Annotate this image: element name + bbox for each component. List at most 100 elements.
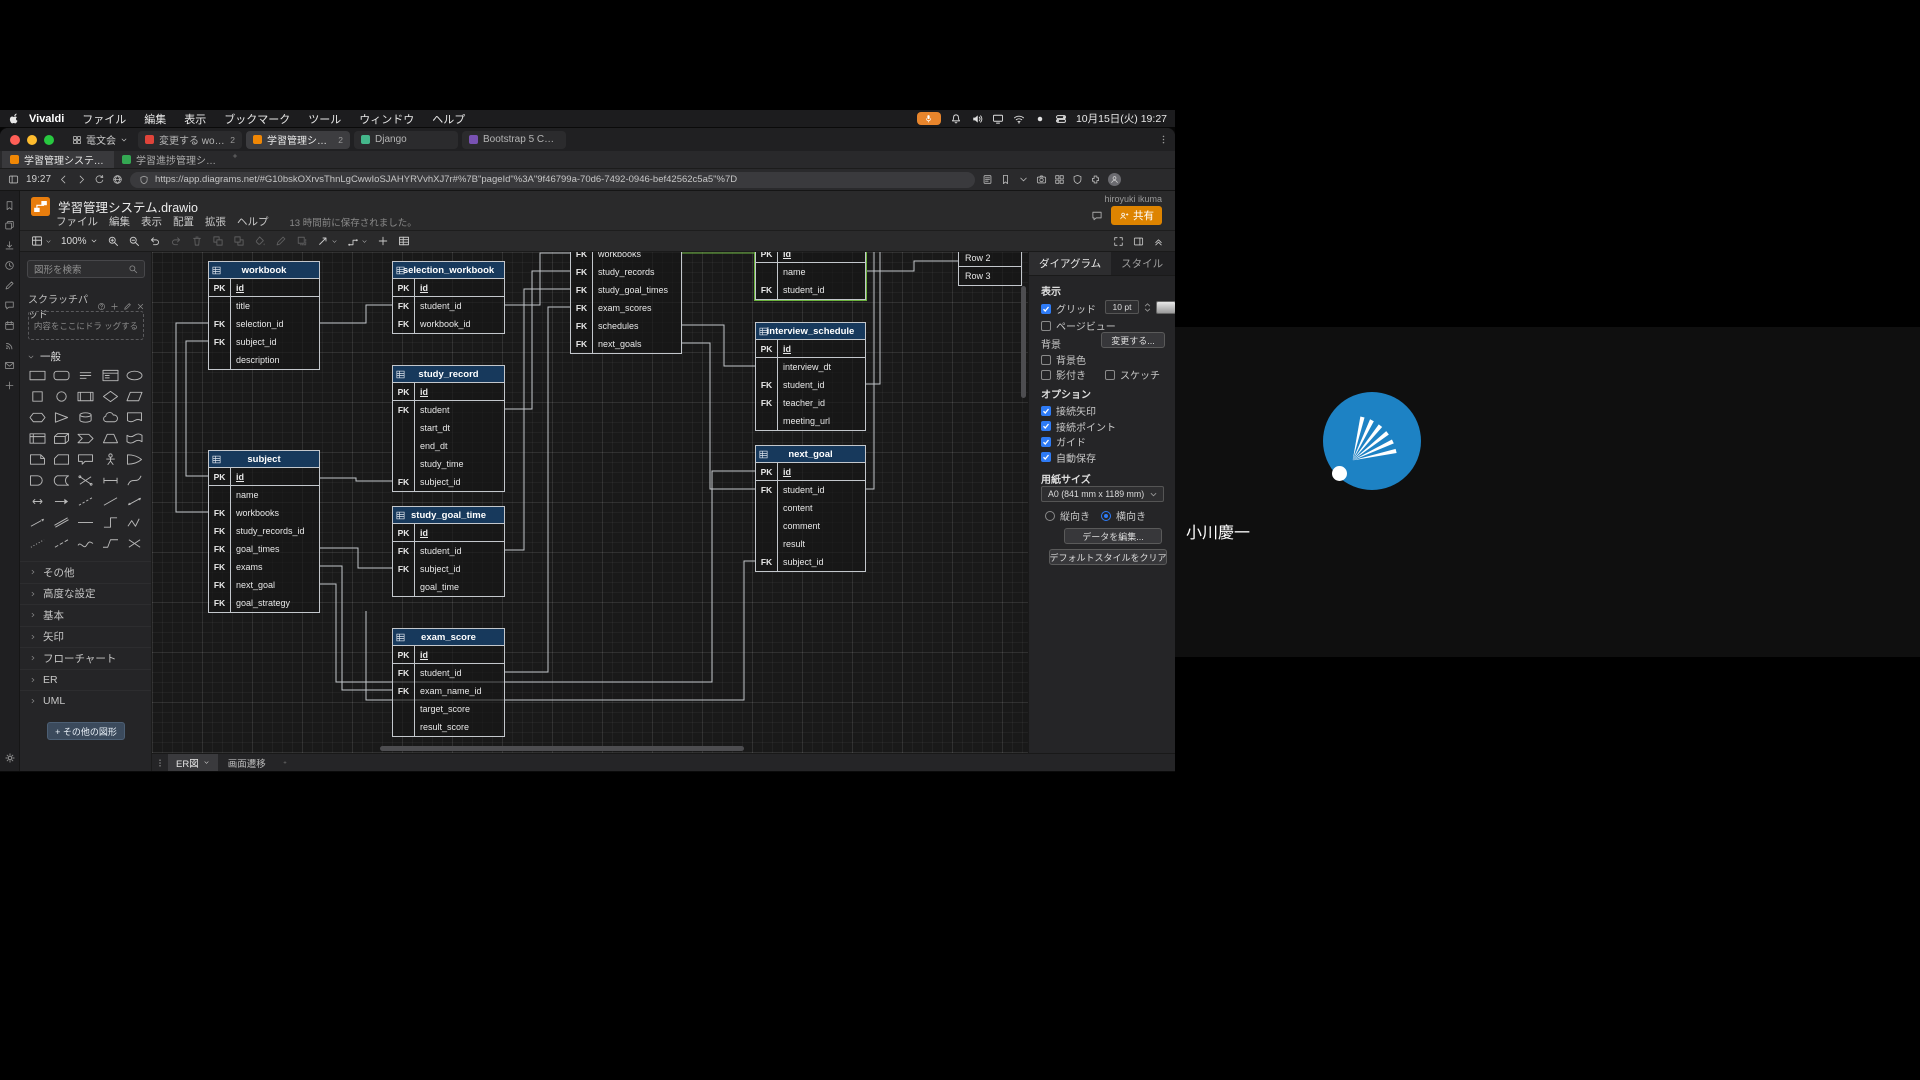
paper-size-select[interactable]: A0 (841 mm x 1189 mm) xyxy=(1041,486,1164,502)
landscape-radio-row[interactable]: 横向き xyxy=(1101,508,1146,523)
background-color-row[interactable]: 背景色 xyxy=(1041,352,1086,367)
er-table-selection_workbook[interactable]: selection_workbookPKidFKstudent_idFKwork… xyxy=(392,261,505,334)
sub-tab-1[interactable]: 学習進捗管理システム - Go... xyxy=(114,151,226,168)
menubar-item-5[interactable]: ツール xyxy=(299,111,350,127)
flag-icon[interactable] xyxy=(1000,174,1011,185)
shape-arrow[interactable] xyxy=(50,493,72,509)
add-icon[interactable] xyxy=(110,302,119,311)
er-table-exam_score[interactable]: exam_scorePKidFKstudent_idFKexam_name_id… xyxy=(392,628,505,737)
shape-switch[interactable] xyxy=(75,472,97,488)
shadow-button[interactable] xyxy=(296,235,308,247)
er-connection[interactable] xyxy=(505,307,570,672)
to-front-button[interactable] xyxy=(212,235,224,247)
shape-cross[interactable] xyxy=(124,535,146,551)
toggles-icon[interactable] xyxy=(1055,113,1067,125)
to-back-button[interactable] xyxy=(233,235,245,247)
shape-data-storage[interactable] xyxy=(50,472,72,488)
option-row-0[interactable]: 接続矢印 xyxy=(1041,403,1096,418)
display-icon[interactable] xyxy=(992,113,1004,125)
zoom-select[interactable]: 100% xyxy=(61,236,98,247)
er-table-exam_name[interactable]: PKidnameFKstudent_id xyxy=(755,252,866,300)
shape-internal[interactable] xyxy=(26,430,48,446)
shape-wave[interactable] xyxy=(75,535,97,551)
shape-elbow[interactable] xyxy=(99,514,121,530)
bookmark-icon[interactable] xyxy=(4,200,15,211)
shape-bidir-arrow[interactable] xyxy=(26,493,48,509)
bell-icon[interactable] xyxy=(950,113,962,125)
puzzle-icon[interactable] xyxy=(1090,174,1101,185)
shape-and[interactable] xyxy=(26,472,48,488)
menubar-item-3[interactable]: 表示 xyxy=(175,111,215,127)
mail-icon[interactable] xyxy=(4,360,15,371)
er-connection[interactable] xyxy=(682,325,755,366)
download-icon[interactable] xyxy=(4,240,15,251)
forward-icon[interactable] xyxy=(76,174,87,185)
screenshare-mic-indicator[interactable] xyxy=(917,112,941,125)
apple-icon[interactable] xyxy=(8,112,20,125)
er-connection[interactable] xyxy=(186,341,208,476)
er-table-subject[interactable]: subjectPKidnameFKworkbooksFKstudy_record… xyxy=(208,450,320,613)
shield-icon[interactable] xyxy=(1072,174,1083,185)
shape-step[interactable] xyxy=(75,430,97,446)
shape-list[interactable] xyxy=(99,367,121,383)
shape-section-0[interactable]: その他 xyxy=(20,561,151,583)
grid-size-input[interactable]: 10 pt xyxy=(1105,300,1139,314)
plus-icon[interactable] xyxy=(4,380,15,391)
workspace-selector[interactable]: 電文会 xyxy=(66,131,134,148)
rss-icon[interactable] xyxy=(4,340,15,351)
er-table-rows[interactable]: Row 2Row 3 xyxy=(958,252,1022,286)
er-connection[interactable] xyxy=(320,548,392,568)
shape-section-1[interactable]: 高度な設定 xyxy=(20,583,151,605)
drawio-menu-4[interactable]: 拡張 xyxy=(205,214,234,229)
gear-icon[interactable] xyxy=(4,752,16,764)
redo-button[interactable] xyxy=(170,235,182,247)
panel-icon[interactable] xyxy=(1133,236,1144,247)
shape-hline[interactable] xyxy=(75,514,97,530)
grid-checkbox-row[interactable]: グリッド xyxy=(1041,301,1096,316)
speaker-icon[interactable] xyxy=(971,113,983,125)
scratchpad-dropzone[interactable]: 内容をここにドラ ッグする xyxy=(28,311,144,340)
shape-text[interactable] xyxy=(75,367,97,383)
tab-style[interactable]: スタイル xyxy=(1111,252,1173,275)
option-checkbox[interactable] xyxy=(1041,437,1051,447)
collapse-icon[interactable] xyxy=(1153,236,1164,247)
shape-cloud[interactable] xyxy=(99,409,121,425)
option-row-1[interactable]: 接続ポイント xyxy=(1041,419,1116,434)
globe-icon[interactable] xyxy=(112,174,123,185)
shape-dotted[interactable] xyxy=(26,535,48,551)
er-connection[interactable] xyxy=(505,289,570,550)
shape-rectangle[interactable] xyxy=(26,367,48,383)
panel-toggle-icon[interactable] xyxy=(8,174,19,185)
shape-section-3[interactable]: 矢印 xyxy=(20,626,151,648)
shape-zigzag[interactable] xyxy=(124,514,146,530)
profile-avatar[interactable] xyxy=(1108,173,1121,186)
minimize-window-button[interactable] xyxy=(27,135,37,145)
record-icon[interactable] xyxy=(1034,113,1046,125)
back-icon[interactable] xyxy=(58,174,69,185)
er-table-next_goal[interactable]: next_goalPKidFKstudent_idcontentcommentr… xyxy=(755,445,866,572)
grid-size-stepper[interactable] xyxy=(1144,303,1151,312)
menubar-item-4[interactable]: ブックマーク xyxy=(215,111,299,127)
shape-circle[interactable] xyxy=(50,388,72,404)
page-view-row[interactable]: ページビュー xyxy=(1041,318,1116,333)
er-connection[interactable] xyxy=(320,471,755,682)
fill-button[interactable] xyxy=(254,235,266,247)
shape-cylinder[interactable] xyxy=(75,409,97,425)
help-icon[interactable] xyxy=(97,302,106,311)
fullscreen-icon[interactable] xyxy=(1113,236,1124,247)
er-connection[interactable] xyxy=(320,566,392,690)
menubar-item-2[interactable]: 編集 xyxy=(135,111,175,127)
er-table-workbook[interactable]: workbookPKidtitleFKselection_idFKsubject… xyxy=(208,261,320,370)
er-connection[interactable] xyxy=(866,252,880,384)
shape-hexagon[interactable] xyxy=(26,409,48,425)
edit-data-button[interactable]: データを編集... xyxy=(1064,528,1162,544)
tab-diagram[interactable]: ダイアグラム xyxy=(1029,252,1111,275)
background-color-checkbox[interactable] xyxy=(1041,355,1051,365)
er-connection[interactable] xyxy=(505,253,570,305)
shape-section-2[interactable]: 基本 xyxy=(20,604,151,626)
er-connection[interactable] xyxy=(176,323,208,512)
shape-callout[interactable] xyxy=(75,451,97,467)
shape-section-6[interactable]: UML xyxy=(20,690,151,712)
shape-curve[interactable] xyxy=(124,472,146,488)
zoom-out-button[interactable] xyxy=(128,235,140,247)
